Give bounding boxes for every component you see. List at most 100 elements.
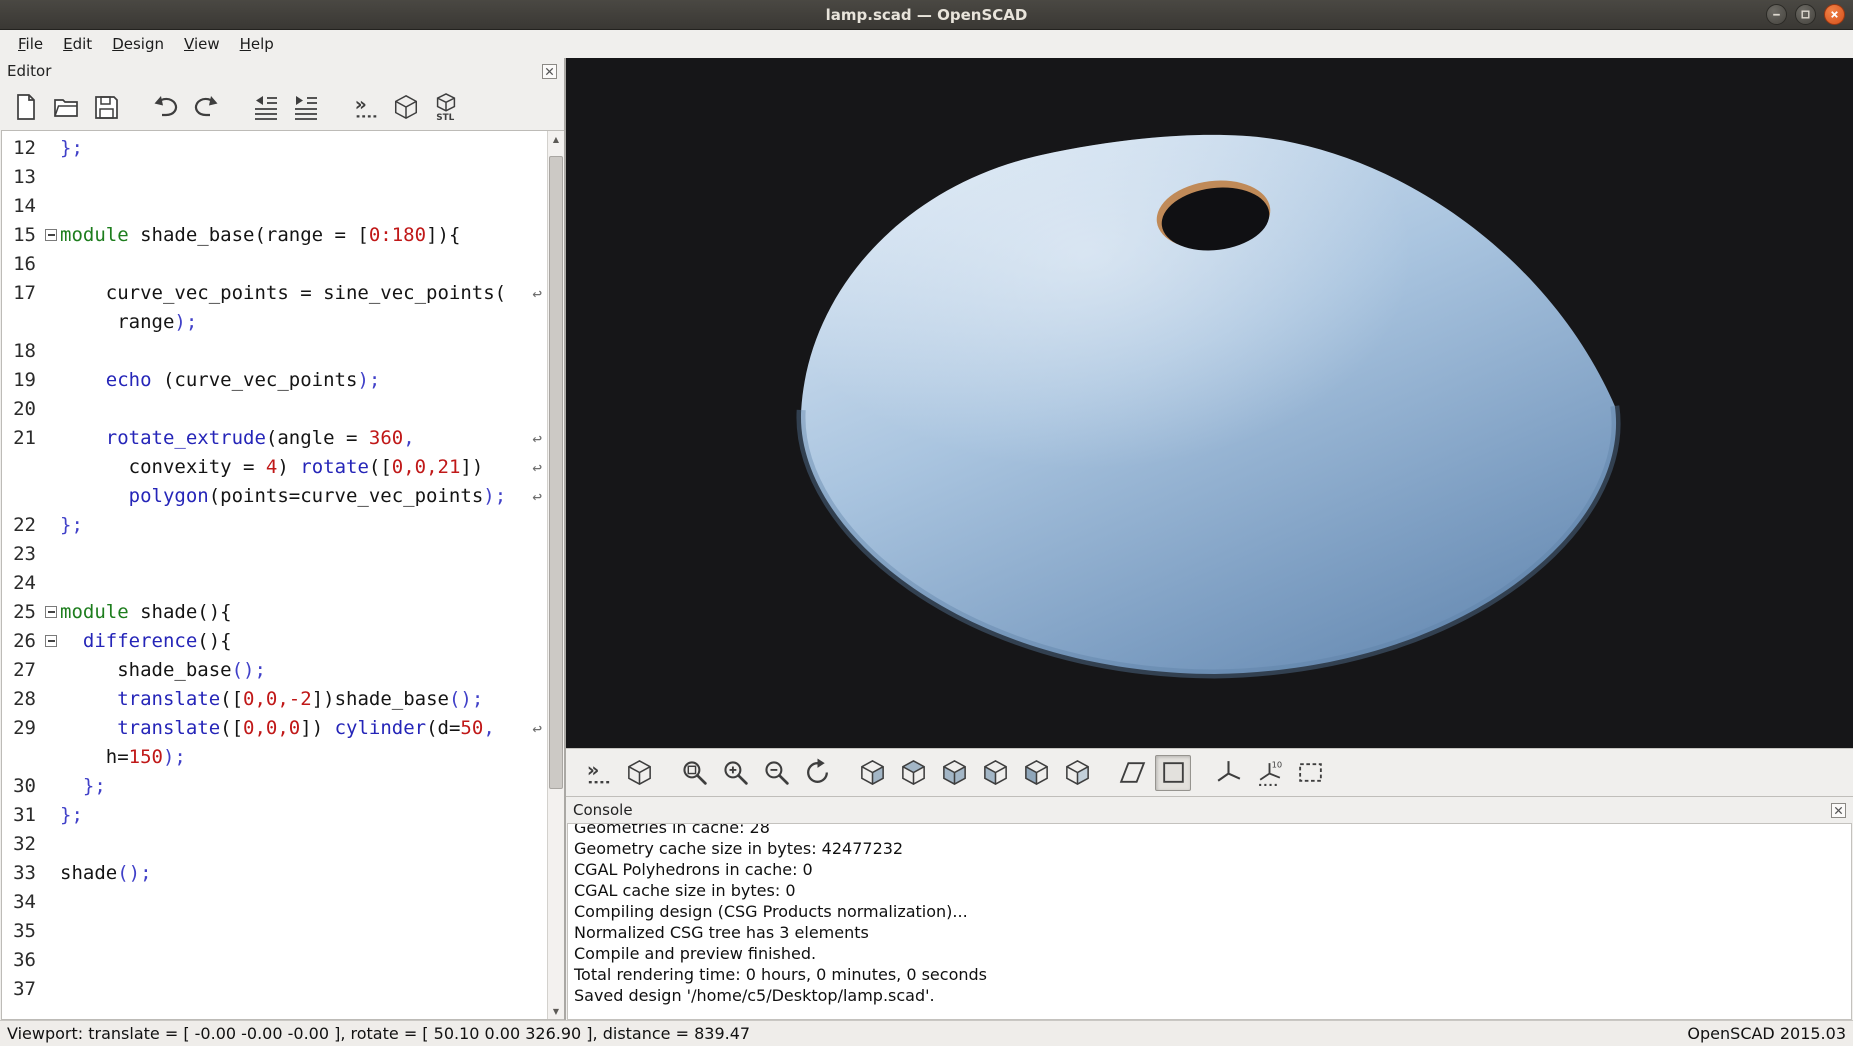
code-text: translate([0,0,-2])shade_base(); [60, 685, 483, 714]
code-line[interactable]: 37 [2, 975, 547, 1004]
line-wrap-icon: ↩ [532, 453, 542, 482]
view-right-icon[interactable] [854, 755, 890, 791]
line-number: 21 [2, 424, 44, 453]
line-number: 15 [2, 221, 44, 250]
menu-item-file[interactable]: File [8, 31, 53, 57]
code-editor[interactable]: 12};131415module shade_base(range = [0:1… [1, 130, 564, 1020]
minimize-button[interactable] [1766, 4, 1787, 25]
code-line[interactable]: 36 [2, 946, 547, 975]
code-line[interactable]: h=150); [2, 743, 547, 772]
indent-icon[interactable] [290, 91, 322, 123]
view-bottom-icon[interactable] [936, 755, 972, 791]
code-line[interactable]: 25module shade(){ [2, 598, 547, 627]
code-line[interactable]: 28 translate([0,0,-2])shade_base(); [2, 685, 547, 714]
view-left-icon[interactable] [977, 755, 1013, 791]
code-line[interactable]: 32 [2, 830, 547, 859]
view-back-icon[interactable] [1059, 755, 1095, 791]
code-line[interactable]: 14 [2, 192, 547, 221]
menu-item-edit[interactable]: Edit [53, 31, 102, 57]
save-icon[interactable] [90, 91, 122, 123]
console-close-icon[interactable] [1831, 803, 1846, 818]
preview-icon[interactable]: » [350, 91, 382, 123]
editor-close-icon[interactable] [542, 64, 557, 79]
code-line[interactable]: 19 echo (curve_vec_points); [2, 366, 547, 395]
code-line[interactable]: 30 }; [2, 772, 547, 801]
render-icon[interactable] [621, 755, 657, 791]
console-output[interactable]: Geometries in cache: 28Geometry cache si… [567, 823, 1852, 1020]
svg-text:»: » [586, 758, 599, 781]
code-line[interactable]: 17 curve_vec_points = sine_vec_points(↩ [2, 279, 547, 308]
fold-margin [44, 250, 60, 279]
fold-marker[interactable] [44, 627, 60, 656]
code-line[interactable]: 24 [2, 569, 547, 598]
fold-margin [44, 801, 60, 830]
show-axes-icon[interactable] [1210, 755, 1246, 791]
code-line[interactable]: range); [2, 308, 547, 337]
view-front-icon[interactable] [1018, 755, 1054, 791]
perspective-icon[interactable] [1114, 755, 1150, 791]
export-stl-icon[interactable]: STL [430, 91, 462, 123]
line-number [2, 743, 44, 772]
fold-marker[interactable] [44, 221, 60, 250]
code-line[interactable]: 31}; [2, 801, 547, 830]
code-line[interactable]: 18 [2, 337, 547, 366]
line-number [2, 453, 44, 482]
code-line[interactable]: polygon(points=curve_vec_points);↩ [2, 482, 547, 511]
zoom-in-icon[interactable] [717, 755, 753, 791]
redo-icon[interactable] [190, 91, 222, 123]
code-rows: 12};131415module shade_base(range = [0:1… [2, 131, 547, 1019]
preview-icon[interactable]: » [580, 755, 616, 791]
code-line[interactable]: 26 difference(){ [2, 627, 547, 656]
view-top-icon[interactable] [895, 755, 931, 791]
fold-collapse-icon[interactable] [45, 606, 57, 618]
code-line[interactable]: convexity = 4) rotate([0,0,21])↩ [2, 453, 547, 482]
reset-view-icon[interactable] [799, 755, 835, 791]
main-area: Editor » STL 12};131415module shade_base(… [0, 58, 1853, 1020]
code-text: module shade(){ [60, 598, 232, 627]
fold-marker[interactable] [44, 598, 60, 627]
show-scale-markers-icon[interactable]: 10 [1251, 755, 1287, 791]
scroll-up-icon[interactable]: ▲ [548, 131, 564, 147]
code-line[interactable]: 34 [2, 888, 547, 917]
code-line[interactable]: 15module shade_base(range = [0:180]){ [2, 221, 547, 250]
line-number: 34 [2, 888, 44, 917]
code-line[interactable]: 13 [2, 163, 547, 192]
rendered-lamp-shade-model [566, 58, 1853, 748]
zoom-all-icon[interactable] [676, 755, 712, 791]
menu-item-view[interactable]: View [174, 31, 230, 57]
view-all-icon[interactable] [1292, 755, 1328, 791]
code-text: }; [60, 511, 83, 540]
scrollbar-thumb[interactable] [549, 156, 563, 789]
code-line[interactable]: 33shade(); [2, 859, 547, 888]
menu-item-help[interactable]: Help [230, 31, 284, 57]
code-line[interactable]: 23 [2, 540, 547, 569]
zoom-out-icon[interactable] [758, 755, 794, 791]
code-line[interactable]: 29 translate([0,0,0]) cylinder(d=50,↩ [2, 714, 547, 743]
new-file-icon[interactable] [10, 91, 42, 123]
editor-scrollbar[interactable]: ▲ ▼ [547, 131, 564, 1019]
3d-viewport[interactable] [566, 58, 1853, 748]
undo-icon[interactable] [150, 91, 182, 123]
fold-collapse-icon[interactable] [45, 229, 57, 241]
line-number [2, 308, 44, 337]
fold-collapse-icon[interactable] [45, 635, 57, 647]
code-line[interactable]: 22}; [2, 511, 547, 540]
scrollbar-track[interactable] [548, 147, 564, 1003]
close-button[interactable] [1824, 4, 1845, 25]
code-line[interactable]: 12}; [2, 134, 547, 163]
code-line[interactable]: 20 [2, 395, 547, 424]
code-line[interactable]: 35 [2, 917, 547, 946]
render-icon[interactable] [390, 91, 422, 123]
open-icon[interactable] [50, 91, 82, 123]
unindent-icon[interactable] [250, 91, 282, 123]
fold-margin [44, 772, 60, 801]
maximize-button[interactable] [1795, 4, 1816, 25]
scroll-down-icon[interactable]: ▼ [548, 1003, 564, 1019]
statusbar: Viewport: translate = [ -0.00 -0.00 -0.0… [0, 1020, 1853, 1046]
code-line[interactable]: 27 shade_base(); [2, 656, 547, 685]
menu-item-design[interactable]: Design [102, 31, 174, 57]
code-line[interactable]: 16 [2, 250, 547, 279]
orthographic-icon[interactable] [1155, 755, 1191, 791]
code-line[interactable]: 21 rotate_extrude(angle = 360,↩ [2, 424, 547, 453]
editor-panel-title: Editor [7, 62, 51, 80]
